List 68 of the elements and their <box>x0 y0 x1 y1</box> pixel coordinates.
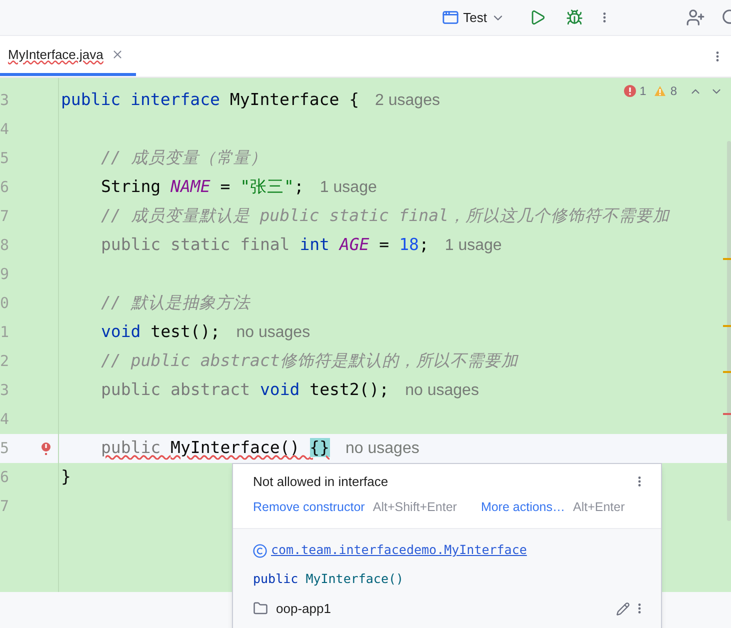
usages-hint[interactable]: no usages <box>346 436 420 460</box>
line-number: 7 <box>0 496 9 518</box>
shortcut-text: Alt+Enter <box>573 498 625 516</box>
line-number: 9 <box>0 264 9 286</box>
signature-text: public MyInterface() <box>253 570 405 588</box>
code-line: public interface MyInterface { <box>61 89 360 112</box>
code-line: public static final int AGE = 18; <box>101 234 429 256</box>
class-icon <box>253 544 267 558</box>
warning-stripe <box>723 371 731 373</box>
code-line: String NAME = "张三"; <box>101 176 304 198</box>
line-number: 7 <box>0 206 9 228</box>
code-line: // 成员变量（常量） <box>101 147 267 170</box>
code-line: void test(); <box>101 321 220 344</box>
usages-hint[interactable]: no usages <box>405 378 479 402</box>
line-number: 2 <box>0 351 9 372</box>
error-icon <box>41 442 51 456</box>
code-line: } <box>61 466 71 488</box>
line-number: 5 <box>0 438 9 460</box>
warning-icon <box>654 85 666 97</box>
more-button[interactable] <box>603 11 606 24</box>
window-icon <box>442 9 460 26</box>
action-link[interactable]: Remove constructor <box>253 498 365 516</box>
more-icon <box>638 475 641 488</box>
edit-button[interactable] <box>616 602 630 616</box>
more-icon <box>603 11 606 24</box>
debug-button[interactable] <box>566 9 583 26</box>
code-line: // 成员变量默认是 public static final，所以这几个修饰符不需要加 <box>101 205 670 228</box>
usages-hint[interactable]: 1 usage <box>444 234 502 258</box>
more-icon <box>716 50 719 62</box>
error-icon <box>624 85 636 97</box>
close-icon[interactable] <box>111 48 124 61</box>
code-line: // 默认是抽象方法 <box>101 292 250 314</box>
search-button[interactable] <box>721 8 731 27</box>
line-number: 5 <box>0 148 9 170</box>
usages-hint[interactable]: 2 usages <box>375 88 440 112</box>
line-number: 4 <box>0 119 9 140</box>
code-line: // public abstract修饰符是默认的，所以不需要加 <box>101 350 518 372</box>
footer-more-button[interactable] <box>638 602 641 615</box>
warning-stripe <box>723 258 731 260</box>
line-number: 6 <box>0 177 9 198</box>
tab-label: MyInterface.java <box>8 46 104 64</box>
class-link[interactable]: com.team.interfacedemo.MyInterface <box>271 541 527 560</box>
usages-hint[interactable]: 1 usage <box>320 176 377 200</box>
shortcut-text: Alt+Shift+Enter <box>372 498 457 516</box>
line-number: 3 <box>0 380 9 402</box>
line-number: 4 <box>0 409 9 430</box>
module-name: oop-app1 <box>276 600 331 618</box>
folder-icon <box>253 601 268 616</box>
more-icon <box>638 602 641 615</box>
line-number: 0 <box>0 293 9 314</box>
run-button[interactable] <box>529 9 546 26</box>
warning-stripe <box>723 325 731 327</box>
warning-count[interactable]: 8 <box>670 82 677 100</box>
error-count[interactable]: 1 <box>640 82 646 100</box>
error-stripe <box>723 413 731 415</box>
run-config-selector[interactable]: Test <box>438 8 509 28</box>
code-line: public MyInterface() {} <box>101 437 330 460</box>
code-line: public abstract void test2(); <box>101 379 390 402</box>
usages-hint[interactable]: no usages <box>236 320 310 344</box>
popup-more-button[interactable] <box>638 475 641 488</box>
popup-title: Not allowed in interface <box>253 473 388 491</box>
line-number: 8 <box>0 235 9 256</box>
pencil-icon <box>616 602 630 616</box>
add-user-button[interactable] <box>686 8 705 27</box>
action-link[interactable]: More actions… <box>480 498 565 516</box>
line-number: 3 <box>0 90 9 112</box>
line-number: 6 <box>0 467 9 488</box>
line-number: 1 <box>0 322 9 344</box>
